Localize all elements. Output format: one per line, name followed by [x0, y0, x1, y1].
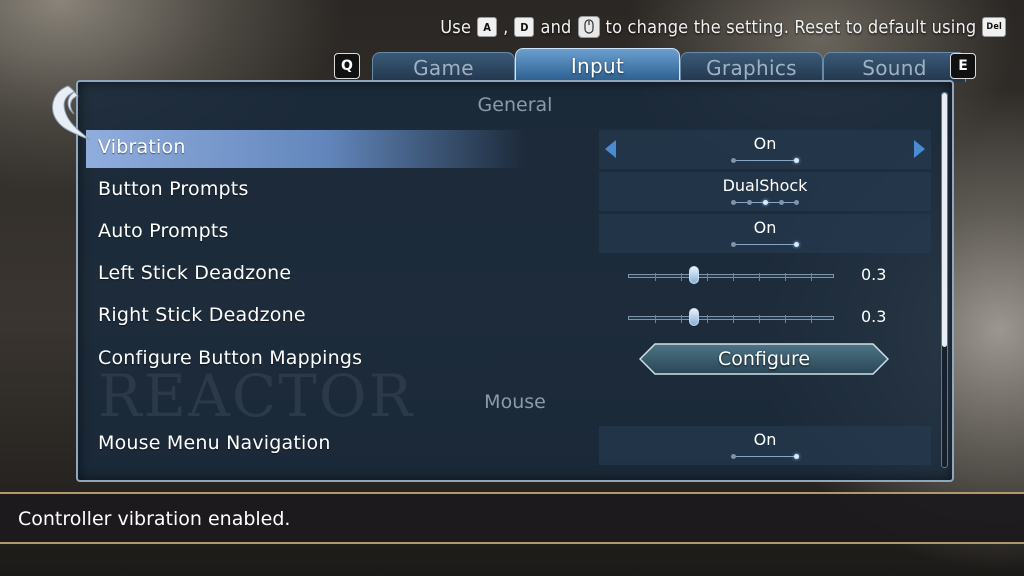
- tab-bar: Game Input Graphics Sound: [372, 48, 966, 82]
- tab-input[interactable]: Input: [515, 48, 680, 82]
- selection-cursor-icon: [52, 85, 91, 141]
- tab-sound[interactable]: Sound: [823, 52, 966, 82]
- hint-comma: ,: [503, 16, 509, 38]
- right-stick-deadzone-slider[interactable]: 0.3: [599, 298, 931, 337]
- tab-graphics[interactable]: Graphics: [680, 52, 823, 82]
- scrollbar[interactable]: [941, 92, 948, 468]
- section-mouse-header: Mouse: [484, 391, 546, 413]
- setting-row-vibration[interactable]: Vibration On: [78, 130, 952, 170]
- setting-value: On: [753, 134, 777, 153]
- slider-track[interactable]: [628, 273, 834, 281]
- configure-button-label: Configure: [717, 348, 811, 370]
- setting-value: DualShock: [722, 176, 808, 195]
- option-indicator: [599, 452, 931, 462]
- slider-value: 0.3: [861, 307, 887, 326]
- setting-value: On: [753, 218, 777, 237]
- section-general-header: General: [477, 94, 553, 116]
- setting-row-left-stick-deadzone[interactable]: Left Stick Deadzone 0.3: [78, 256, 952, 296]
- configure-button[interactable]: Configure: [639, 343, 889, 375]
- setting-label: Mouse Menu Navigation: [98, 432, 331, 454]
- setting-label: Configure Button Mappings: [98, 347, 363, 369]
- hint-instruction: to change the setting. Reset to default …: [605, 16, 977, 38]
- slider-value: 0.3: [861, 265, 887, 284]
- setting-label: Button Prompts: [98, 178, 249, 200]
- key-a-icon: A: [477, 17, 498, 37]
- setting-label: Auto Prompts: [98, 220, 229, 242]
- option-indicator: [599, 240, 931, 250]
- setting-row-auto-prompts[interactable]: Auto Prompts On: [78, 214, 952, 254]
- vibration-toggle[interactable]: On: [599, 130, 931, 169]
- key-d-icon: D: [514, 17, 535, 37]
- hint-use: Use: [440, 16, 472, 38]
- status-bar: Controller vibration enabled.: [0, 492, 1024, 544]
- setting-row-configure-mappings[interactable]: Configure Button Mappings Configure: [78, 341, 952, 381]
- tab-next-key[interactable]: E: [950, 53, 976, 79]
- control-hint: Use A , D and to change the setting. Res…: [440, 14, 1006, 40]
- left-stick-deadzone-slider[interactable]: 0.3: [599, 256, 931, 295]
- tab-game[interactable]: Game: [372, 52, 515, 82]
- arrow-right-icon[interactable]: [914, 140, 925, 158]
- setting-label: Right Stick Deadzone: [98, 304, 306, 326]
- slider-thumb[interactable]: [688, 266, 699, 284]
- scrollbar-thumb[interactable]: [942, 93, 947, 347]
- hint-and: and: [540, 16, 572, 38]
- mouse-scroll-icon: [577, 16, 600, 38]
- setting-row-button-prompts[interactable]: Button Prompts DualShock: [78, 172, 952, 212]
- tab-prev-key[interactable]: Q: [334, 53, 360, 79]
- setting-row-right-stick-deadzone[interactable]: Right Stick Deadzone 0.3: [78, 298, 952, 338]
- setting-value: On: [753, 430, 777, 449]
- key-del-icon: Del: [982, 17, 1006, 37]
- mouse-navigation-toggle[interactable]: On: [599, 426, 931, 465]
- status-message: Controller vibration enabled.: [18, 508, 291, 530]
- setting-label: Vibration: [98, 136, 186, 158]
- option-indicator: [599, 198, 931, 208]
- auto-prompts-toggle[interactable]: On: [599, 214, 931, 253]
- settings-panel: REACTOR General Vibration On Button Prom…: [76, 80, 954, 482]
- setting-row-mouse-menu-navigation[interactable]: Mouse Menu Navigation On: [78, 426, 952, 466]
- option-indicator: [599, 156, 931, 166]
- setting-label: Left Stick Deadzone: [98, 262, 292, 284]
- button-prompts-select[interactable]: DualShock: [599, 172, 931, 211]
- slider-thumb[interactable]: [688, 308, 699, 326]
- configure-control: Configure: [599, 341, 931, 380]
- slider-track[interactable]: [628, 315, 834, 323]
